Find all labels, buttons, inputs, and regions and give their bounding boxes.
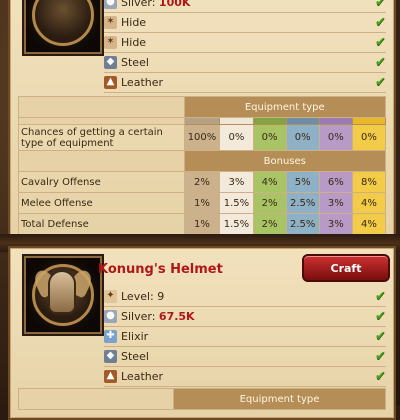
hide-icon: ✶ [104,15,117,29]
elixir-icon: ✚ [104,329,117,343]
chance-cell: 0% [252,124,287,151]
bonus-cell: 4% [252,171,287,193]
bonus-cell: 4% [351,192,387,214]
req-row-leather: ▲ Leather ✔ [104,72,386,93]
req-row-hide-2: ✶ Hide ✔ [104,32,386,53]
req-row-leather: ▲ Leather ✔ [104,366,386,387]
bonus-cell: 8% [351,171,387,193]
bonus-cell: 2% [252,213,287,235]
bonus-label: Melee Offense [18,192,185,214]
level-icon: ✦ [104,289,117,303]
bonus-cell: 2% [183,171,221,193]
bonus-cell: 1% [183,192,221,214]
check-icon: ✔ [375,328,386,344]
check-icon: ✔ [375,34,386,50]
table-spacer [18,388,174,410]
chances-row: Chances of getting a certain type of equ… [18,124,387,151]
tier-swatch-row [18,117,387,125]
chances-label: Chances of getting a certain type of equ… [18,124,185,151]
bonus-cell: 1.5% [219,213,254,235]
bonus-cell: 2% [252,192,287,214]
bonus-row-melee-offense: Melee Offense 1% 1.5% 2% 2.5% 3% 4% [18,192,387,214]
chance-cell: 0% [351,124,387,151]
bonus-cell: 5% [285,171,320,193]
konungs-helmet-thumbnail[interactable] [22,254,104,336]
check-icon: ✔ [375,54,386,70]
equipment-table: Equipment type [18,388,386,410]
tier-swatch [219,117,254,125]
bonus-row-total-defense: Total Defense 1% 1.5% 2% 2.5% 3% 4% [18,213,387,235]
table-spacer [18,96,185,118]
helmet-icon [50,272,74,312]
bonus-label: Total Defense [18,213,185,235]
req-label: Hide [121,15,147,29]
bonus-cell: 3% [219,171,254,193]
req-label: Silver: [121,309,156,323]
tier-swatch [318,117,353,125]
bonus-cell: 3% [318,213,353,235]
leather-icon: ▲ [104,75,117,89]
silver-icon: ● [104,0,117,9]
check-icon: ✔ [375,14,386,30]
chance-cell: 0% [318,124,353,151]
req-label: Level: 9 [121,289,165,303]
bonus-label: Cavalry Offense [18,171,185,193]
req-label: Leather [121,75,164,89]
bonus-row-cavalry-offense: Cavalry Offense 2% 3% 4% 5% 6% 8% [18,171,387,193]
thumbnail-ring [32,0,94,46]
req-label: Leather [121,369,164,383]
bonus-cell: 4% [351,213,387,235]
tier-swatch [285,117,320,125]
tier-swatch [252,117,287,125]
req-row-hide-1: ✶ Hide ✔ [104,12,386,33]
chance-cell: 100% [183,124,221,151]
req-label: Elixir [121,329,149,343]
bonus-cell: 2.5% [285,192,320,214]
req-row-silver: ● Silver: 67.5K ✔ [104,306,386,327]
check-icon: ✔ [375,0,386,10]
req-value: 100K [158,0,191,9]
leather-icon: ▲ [104,369,117,383]
bonus-cell: 1% [183,213,221,235]
check-icon: ✔ [375,308,386,324]
item-title: Konung's Helmet [98,262,223,277]
req-value: 67.5K [158,309,195,323]
tier-swatch [183,117,221,125]
top-item-thumbnail[interactable] [22,0,104,56]
hide-icon: ✶ [104,35,117,49]
req-row-level: ✦ Level: 9 ✔ [104,286,386,307]
req-label: Hide [121,35,147,49]
equipment-table: Equipment type Chances of getting a cert… [18,96,387,235]
steel-icon: ◆ [104,55,117,69]
check-icon: ✔ [375,74,386,90]
bonuses-header-row: Bonuses [18,150,387,172]
bonus-cell: 1.5% [219,192,254,214]
req-label: Steel [121,55,149,69]
equipment-type-header: Equipment type [183,96,387,118]
bonus-cell: 2.5% [285,213,320,235]
req-row-elixir: ✚ Elixir ✔ [104,326,386,347]
chance-cell: 0% [285,124,320,151]
bonuses-header: Bonuses [183,150,387,172]
req-row-steel: ◆ Steel ✔ [104,346,386,367]
silver-icon: ● [104,309,117,323]
check-icon: ✔ [375,348,386,364]
req-row-steel: ◆ Steel ✔ [104,52,386,73]
bonus-cell: 3% [318,192,353,214]
equipment-type-header: Equipment type [173,388,386,410]
steel-icon: ◆ [104,349,117,363]
craft-button[interactable]: Craft [302,254,390,282]
konungs-helmet-recipe-panel: Konung's Helmet Craft ✦ Level: 9 ✔ ● Sil… [8,246,396,420]
check-icon: ✔ [375,288,386,304]
bonus-cell: 6% [318,171,353,193]
tier-swatch [351,117,387,125]
check-icon: ✔ [375,368,386,384]
req-label: Silver: [121,0,156,9]
top-recipe-panel: ● Silver: 100K ✔ ✶ Hide ✔ ✶ Hide ✔ ◆ Ste… [8,0,396,238]
req-label: Steel [121,349,149,363]
chance-cell: 0% [219,124,254,151]
